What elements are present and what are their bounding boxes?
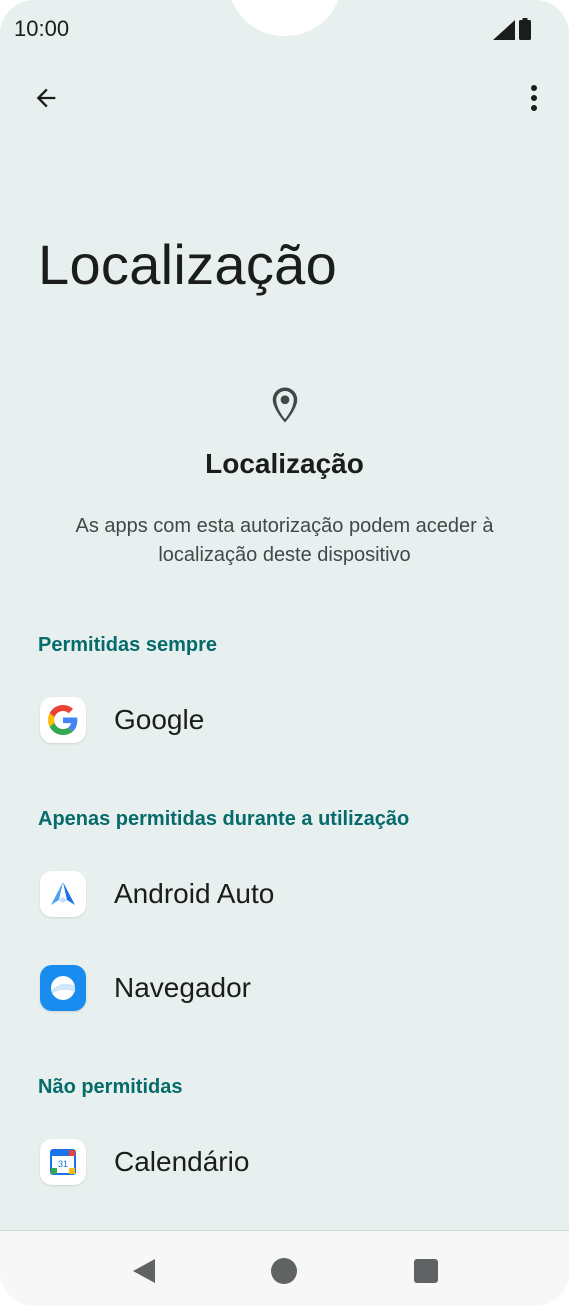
app-name: Navegador [114,972,251,1003]
section-header-denied: Não permitidas [38,1076,183,1098]
more-options-button[interactable] [517,78,551,118]
back-button[interactable] [26,78,66,118]
nav-recents-button[interactable] [408,1253,444,1289]
nav-back-button[interactable] [126,1253,162,1289]
signal-icon [493,20,515,40]
status-icons [493,18,531,40]
screen: 10:00 Localização Localização As apps co… [0,0,569,1306]
app-row-calendario[interactable]: 31 Calendário [0,1124,569,1200]
calendar-icon: 31 [40,1139,86,1185]
browser-icon [40,965,86,1011]
app-name: Android Auto [114,878,275,909]
location-pin-icon [272,387,298,423]
app-row-google[interactable]: Google [0,682,569,758]
section-header-while-using: Apenas permitidas durante a utilização [38,808,410,830]
app-row-android-auto[interactable]: Android Auto [0,856,569,932]
nav-home-button[interactable] [266,1253,302,1289]
page-title: Localização [38,233,338,296]
android-auto-icon [40,871,86,917]
status-time: 10:00 [14,16,70,41]
camera-notch [228,0,342,36]
navigation-bar [0,1230,569,1306]
nav-home-icon [271,1258,297,1284]
nav-back-icon [133,1259,155,1283]
app-name: Calendário [114,1146,250,1177]
permission-title: Localização [205,448,364,479]
google-icon [40,697,86,743]
section-header-always: Permitidas sempre [38,634,217,656]
permission-description: As apps com esta autorização podem acede… [75,515,494,566]
app-name: Google [114,704,205,735]
battery-icon [519,18,531,40]
svg-text:31: 31 [58,1159,68,1169]
back-arrow-icon [36,88,56,108]
more-vert-icon [531,85,537,111]
app-row-navegador[interactable]: Navegador [0,950,569,1026]
nav-recents-icon [414,1259,438,1283]
